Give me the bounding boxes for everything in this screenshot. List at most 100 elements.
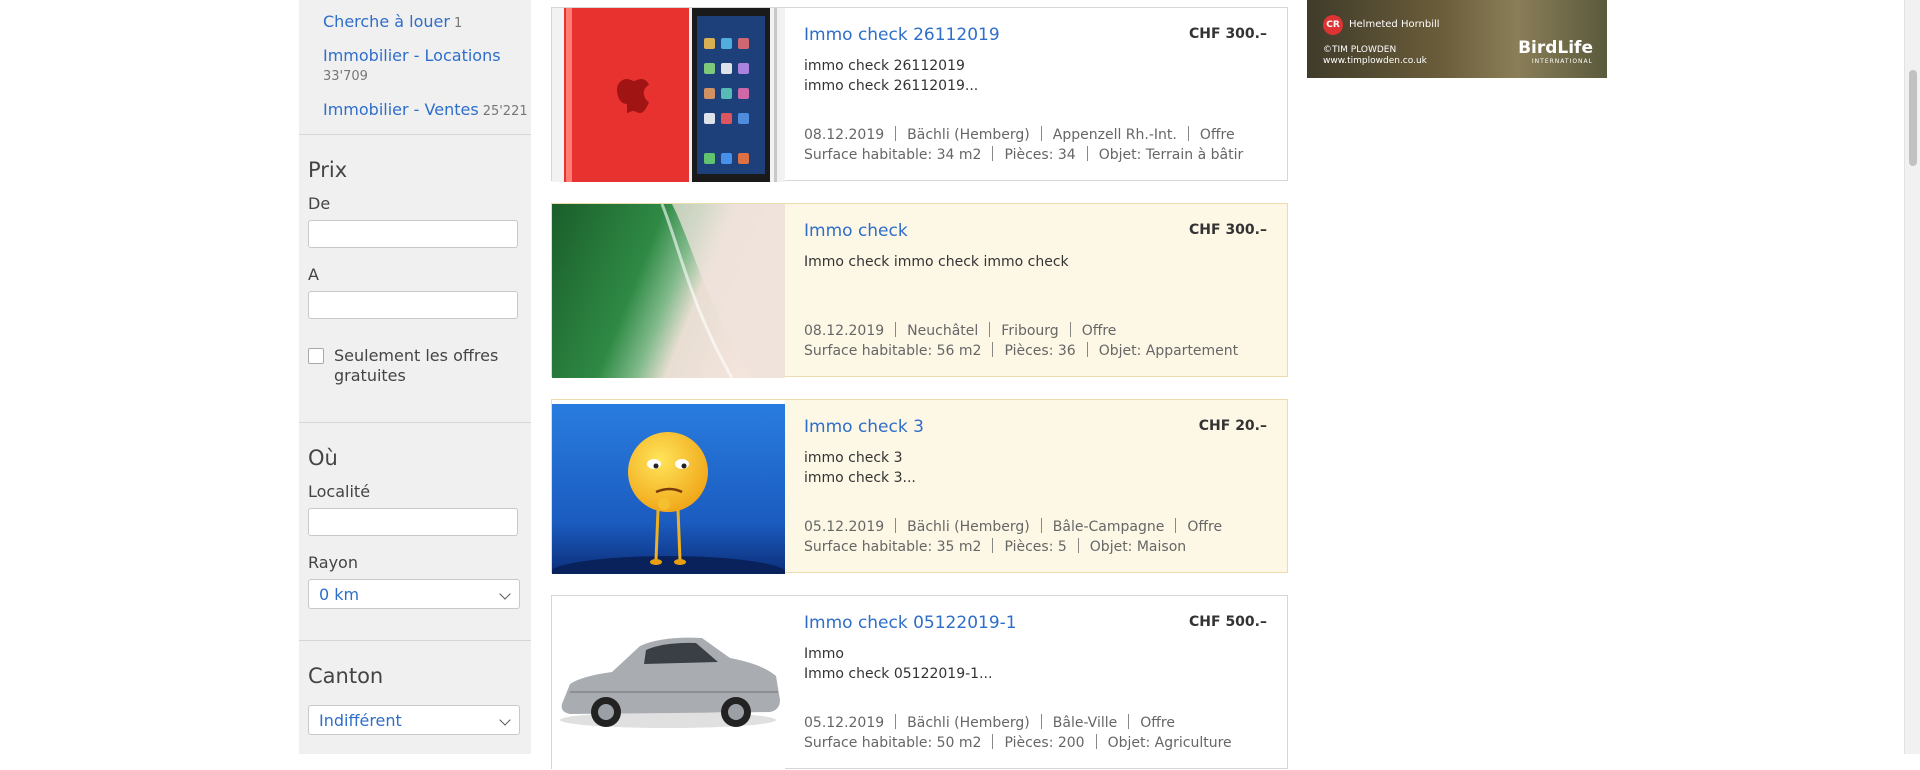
listing-type: Offre	[1187, 519, 1223, 535]
scrollbar-thumb[interactable]	[1909, 70, 1917, 166]
listing-meta-row: 05.12.2019 Bächli (Hemberg) Bâle-Campagne O…	[804, 518, 1222, 535]
description-line: immo check 26112019	[804, 58, 965, 74]
listing-date: 05.12.2019	[804, 715, 885, 731]
category-count: 1	[453, 16, 463, 31]
listing-image[interactable]	[552, 400, 785, 574]
description-line: immo check 26112019...	[804, 78, 979, 94]
listing-region: Appenzell Rh.-Int.	[1052, 127, 1177, 143]
listing-surface: Surface habitable: 56 m2	[804, 343, 982, 359]
listing-region: Fribourg	[1001, 323, 1059, 339]
price-from-input[interactable]	[308, 220, 518, 248]
listing-title[interactable]: Immo check 05122019-1	[804, 613, 1017, 633]
price-from-label: De	[308, 194, 331, 213]
listing-locality: Neuchâtel	[907, 323, 979, 339]
listing-card[interactable]: Immo check 3 CHF 20.– immo check 3 immo …	[551, 399, 1288, 574]
listing-description: immo check 3 immo check 3...	[804, 448, 916, 488]
category-label[interactable]: Immobilier - Ventes	[323, 100, 479, 119]
listing-surface: Surface habitable: 34 m2	[804, 147, 982, 163]
listing-object: Objet: Appartement	[1098, 343, 1239, 359]
radius-select[interactable]: 0 km	[308, 579, 520, 609]
listing-title[interactable]: Immo check	[804, 221, 908, 241]
category-label[interactable]: Cherche à louer	[323, 12, 450, 31]
listing-card[interactable]: Immo check 05122019-1 CHF 500.– Immo Imm…	[551, 595, 1288, 770]
listing-image[interactable]	[552, 596, 785, 770]
listing-object: Objet: Agriculture	[1107, 735, 1232, 751]
listing-rooms: Pièces: 34	[1004, 147, 1076, 163]
canton-value: Indifférent	[319, 711, 402, 730]
listing-locality: Bächli (Hemberg)	[907, 127, 1030, 143]
listing-meta-row: 08.12.2019 Bächli (Hemberg) Appenzell Rh.-…	[804, 126, 1235, 143]
listing-rooms: Pièces: 36	[1004, 343, 1076, 359]
listing-locality: Bächli (Hemberg)	[907, 715, 1030, 731]
listing-date: 08.12.2019	[804, 127, 885, 143]
listing-image[interactable]	[552, 204, 785, 378]
description-line: immo check 3	[804, 450, 903, 466]
listing-region: Bâle-Campagne	[1052, 519, 1165, 535]
listing-price: CHF 300.–	[1189, 26, 1267, 42]
ad-credit-line: ©TIM PLOWDEN	[1323, 45, 1397, 55]
listing-rooms: Pièces: 5	[1004, 539, 1067, 555]
scrollbar[interactable]	[1904, 0, 1920, 754]
ad-brand: BirdLife	[1518, 38, 1593, 58]
listing-title[interactable]: Immo check 3	[804, 417, 924, 437]
free-only-checkbox[interactable]	[308, 348, 324, 364]
emoji-character-image	[552, 400, 785, 574]
listing-details-row: Surface habitable: 50 m2 Pièces: 200 Objet…	[804, 734, 1232, 751]
listing-object: Objet: Terrain à bâtir	[1098, 147, 1244, 163]
listing-details-row: Surface habitable: 35 m2 Pièces: 5 Objet: …	[804, 538, 1186, 555]
category-count: 25'221	[482, 104, 528, 119]
listing-title[interactable]: Immo check 26112019	[804, 25, 1000, 45]
listing-type: Offre	[1140, 715, 1175, 731]
listing-price: CHF 300.–	[1189, 222, 1267, 238]
locality-input[interactable]	[308, 508, 518, 536]
listing-surface: Surface habitable: 50 m2	[804, 735, 982, 751]
locality-label: Localité	[308, 482, 371, 501]
category-link-immobilier-locations[interactable]: Immobilier - Locations	[323, 46, 501, 65]
listing-object: Objet: Maison	[1089, 539, 1187, 555]
ad-brand-sub: INTERNATIONAL	[1531, 58, 1593, 65]
ad-credit: ©TIM PLOWDEN www.timplowden.co.uk	[1323, 45, 1427, 67]
listing-type: Offre	[1081, 323, 1117, 339]
description-line: Immo check 05122019-1...	[804, 666, 993, 682]
red-tablet-image	[552, 8, 785, 182]
listing-meta-row: 05.12.2019 Bächli (Hemberg) Bâle-Ville Offr…	[804, 714, 1175, 731]
chevron-down-icon	[499, 714, 511, 726]
listing-rooms: Pièces: 200	[1004, 735, 1085, 751]
price-to-input[interactable]	[308, 291, 518, 319]
listing-details-row: Surface habitable: 56 m2 Pièces: 36 Objet:…	[804, 342, 1238, 359]
listing-locality: Bächli (Hemberg)	[907, 519, 1030, 535]
divider	[299, 422, 531, 423]
listing-card[interactable]: Immo check 26112019 CHF 300.– immo check…	[551, 7, 1288, 182]
category-link-cherche-a-louer[interactable]: Cherche à louer 1	[323, 12, 462, 31]
listing-description: immo check 26112019 immo check 26112019.…	[804, 56, 978, 96]
description-line: Immo check immo check immo check	[804, 254, 1069, 270]
divider	[299, 134, 531, 135]
canton-select[interactable]: Indifférent	[308, 705, 520, 735]
price-heading: Prix	[308, 158, 348, 182]
category-link-immobilier-ventes[interactable]: Immobilier - Ventes 25'221	[323, 100, 528, 119]
description-line: Immo	[804, 646, 844, 662]
where-heading: Où	[308, 446, 338, 470]
free-only-label[interactable]: Seulement les offres gratuites	[334, 346, 514, 386]
green-wave-image	[552, 204, 785, 378]
listing-description: Immo check immo check immo check	[804, 252, 1069, 272]
silver-car-image	[552, 596, 785, 770]
radius-value: 0 km	[319, 585, 360, 604]
canton-heading: Canton	[308, 664, 384, 688]
listing-card[interactable]: Immo check CHF 300.– Immo check immo che…	[551, 203, 1288, 378]
price-to-label: A	[308, 265, 319, 284]
listing-price: CHF 500.–	[1189, 614, 1267, 630]
description-line: immo check 3...	[804, 470, 916, 486]
chevron-down-icon	[499, 588, 511, 600]
listing-image[interactable]	[552, 8, 785, 182]
listing-details-row: Surface habitable: 34 m2 Pièces: 34 Objet:…	[804, 146, 1243, 163]
listing-date: 08.12.2019	[804, 323, 885, 339]
listing-date: 05.12.2019	[804, 519, 885, 535]
ad-species: Helmeted Hornbill	[1349, 19, 1440, 30]
ad-banner[interactable]: CR Helmeted Hornbill ©TIM PLOWDEN www.ti…	[1307, 0, 1607, 78]
listing-type: Offre	[1199, 127, 1235, 143]
category-count: 33'709	[323, 69, 368, 84]
listing-region: Bâle-Ville	[1052, 715, 1118, 731]
listing-price: CHF 20.–	[1198, 418, 1267, 434]
listing-surface: Surface habitable: 35 m2	[804, 539, 982, 555]
